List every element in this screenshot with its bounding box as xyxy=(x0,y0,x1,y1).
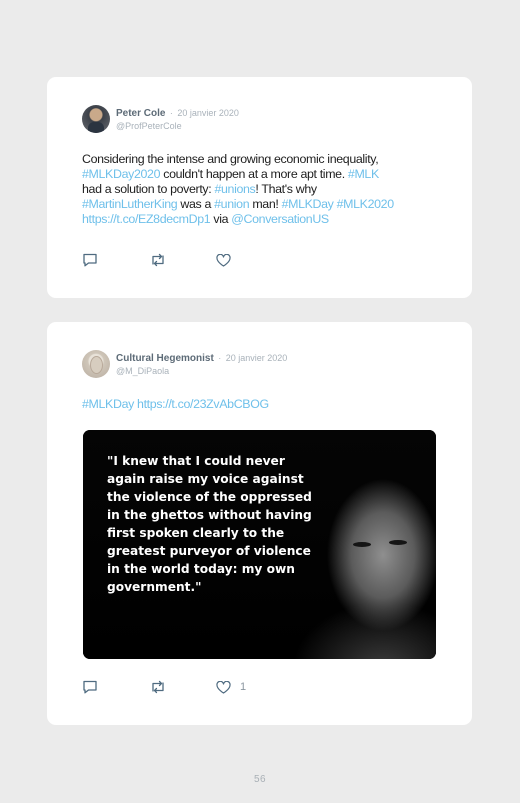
hashtag-link[interactable]: #MLK xyxy=(348,167,379,181)
reply-button[interactable] xyxy=(82,253,149,267)
hashtag-link[interactable]: #MLKDay xyxy=(282,197,334,211)
hashtag-link[interactable]: #unions xyxy=(214,182,255,196)
reply-icon xyxy=(83,680,97,694)
tweet-actions: 1 xyxy=(82,680,246,694)
tweet-meta: Cultural Hegemonist · 20 janvier 2020 @M… xyxy=(116,350,287,378)
tweet-date[interactable]: 20 janvier 2020 xyxy=(177,108,239,118)
text: had a solution to poverty: xyxy=(82,182,215,196)
page-number: 56 xyxy=(253,774,267,785)
text: couldn't happen at a more apt time. xyxy=(160,167,348,181)
separator: · xyxy=(218,353,222,363)
tweet-card: Peter Cole · 20 janvier 2020 @ProfPeterC… xyxy=(47,77,472,298)
author-name[interactable]: Cultural Hegemonist xyxy=(116,353,214,364)
author-name[interactable]: Peter Cole xyxy=(116,108,165,119)
text: man! xyxy=(249,197,282,211)
text: ! That's why xyxy=(255,182,317,196)
tweet-header: Peter Cole · 20 janvier 2020 @ProfPeterC… xyxy=(82,105,239,133)
tweet-card: Cultural Hegemonist · 20 janvier 2020 @M… xyxy=(47,322,472,725)
tweet-date[interactable]: 20 janvier 2020 xyxy=(226,353,288,363)
hashtag-link[interactable]: #MLK2020 xyxy=(337,197,394,211)
tweet-actions xyxy=(82,253,240,267)
hashtag-link[interactable]: #MartinLutherKing xyxy=(82,197,178,211)
image-quote-text: "I knew that I could never again raise m… xyxy=(107,454,312,594)
portrait-detail xyxy=(353,542,371,547)
retweet-button[interactable] xyxy=(149,253,216,267)
hashtag-link[interactable]: #union xyxy=(214,197,249,211)
avatar[interactable] xyxy=(82,105,110,133)
tweet-text: Considering the intense and growing econ… xyxy=(82,152,447,227)
heart-icon xyxy=(216,253,231,267)
text: via xyxy=(210,212,232,226)
tweet-header: Cultural Hegemonist · 20 janvier 2020 @M… xyxy=(82,350,287,378)
reply-icon xyxy=(83,253,97,267)
like-button[interactable]: 1 xyxy=(216,680,247,694)
like-count: 1 xyxy=(240,681,247,693)
portrait-detail xyxy=(389,540,407,545)
reply-button[interactable] xyxy=(82,680,149,694)
retweet-button[interactable] xyxy=(149,680,216,694)
author-handle[interactable]: @ProfPeterCole xyxy=(116,120,239,133)
like-button[interactable] xyxy=(216,253,240,267)
heart-icon xyxy=(216,680,231,694)
author-handle[interactable]: @M_DiPaola xyxy=(116,365,287,378)
retweet-icon xyxy=(152,680,164,694)
url-link[interactable]: https://t.co/23ZvAbCBOG xyxy=(137,397,269,411)
text: was a xyxy=(177,197,215,211)
tweet-text: #MLKDay https://t.co/23ZvAbCBOG xyxy=(82,397,447,412)
hashtag-link[interactable]: #MLKDay2020 xyxy=(82,167,160,181)
tweet-media-image[interactable]: "I knew that I could never again raise m… xyxy=(83,430,436,659)
mention-link[interactable]: @ConversationUS xyxy=(231,212,329,226)
text: Considering the intense and growing econ… xyxy=(82,152,379,166)
avatar[interactable] xyxy=(82,350,110,378)
url-link[interactable]: https://t.co/EZ8decmDp1 xyxy=(82,212,211,226)
separator: · xyxy=(169,108,173,118)
tweet-meta: Peter Cole · 20 janvier 2020 @ProfPeterC… xyxy=(116,105,239,133)
hashtag-link[interactable]: #MLKDay xyxy=(82,397,134,411)
retweet-icon xyxy=(152,253,164,267)
